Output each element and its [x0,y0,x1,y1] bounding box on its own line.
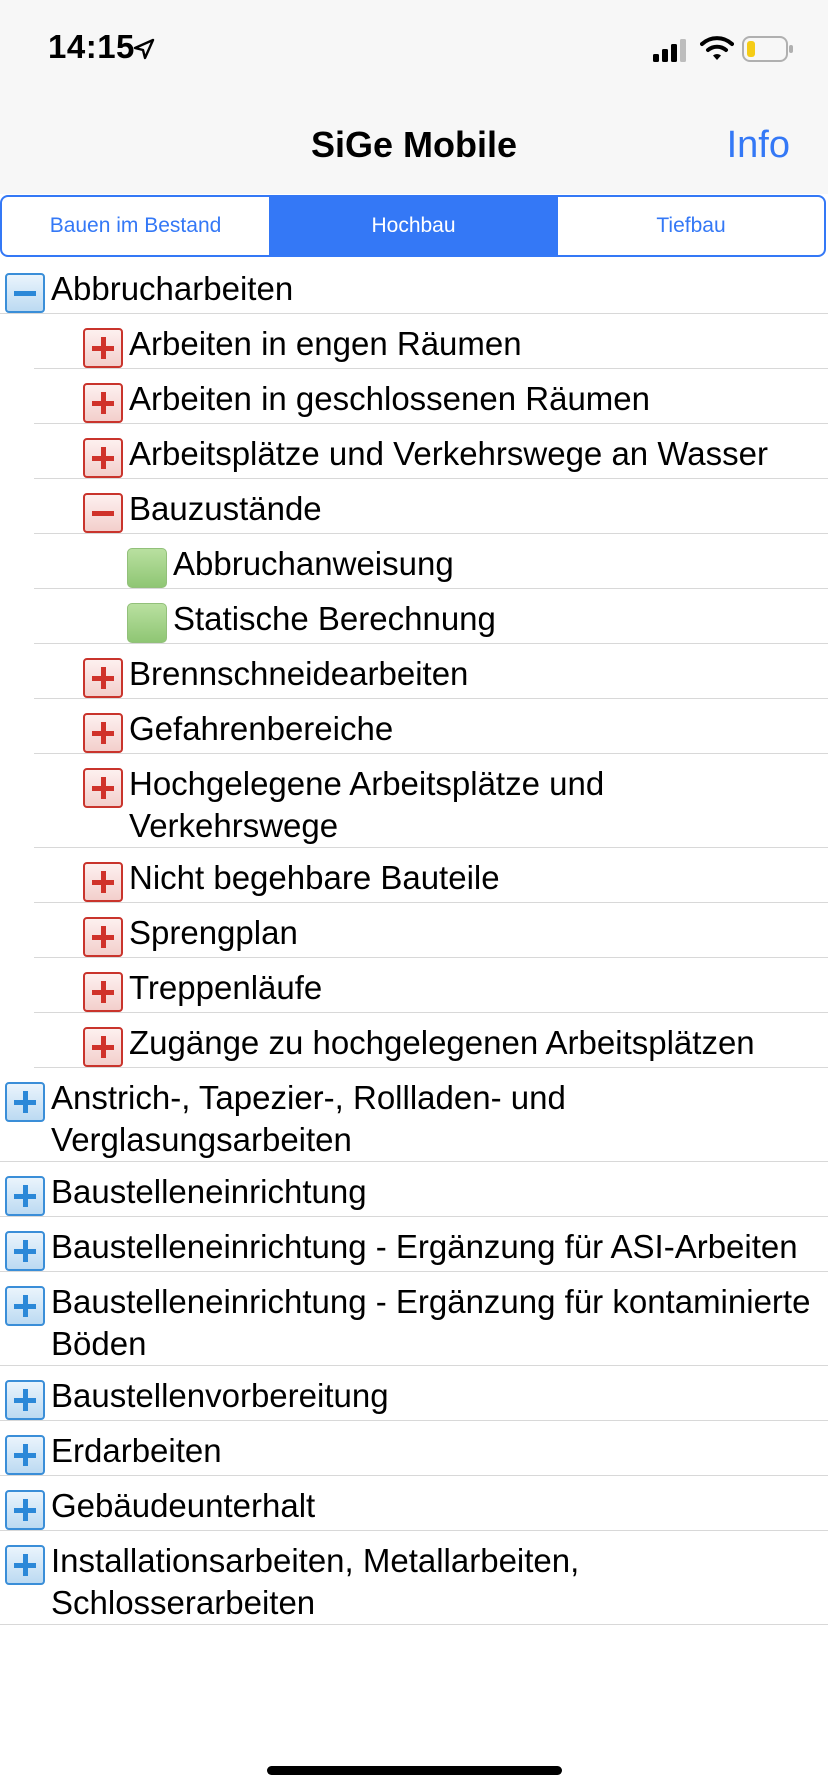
nav-title: SiGe Mobile [310,124,518,165]
tree-row-label: Abbruchanweisung [173,545,454,582]
tree-row-label: Baustelleneinrichtung - Ergänzung für ko… [51,1283,811,1362]
tree-row-label: Gefahrenbereiche [129,710,394,747]
expand-icon[interactable] [5,1082,45,1122]
tree-row-label: Bauzustände [129,490,322,527]
expand-icon[interactable] [83,972,123,1012]
tree-row-label: Arbeiten in geschlossenen Räumen [129,380,650,417]
document-leaf-icon [127,548,167,588]
tree-row-label: Erdarbeiten [51,1432,222,1469]
expand-icon[interactable] [83,1027,123,1067]
document-leaf-icon [127,603,167,643]
segment-bauen-im-bestand[interactable]: Bauen im Bestand [2,197,270,255]
collapse-icon[interactable] [83,493,123,533]
tree-row-label: Baustelleneinrichtung [51,1173,367,1210]
tree-row[interactable]: Zugänge zu hochgelegenen Arbeitsplätzen [34,1013,828,1068]
expand-icon[interactable] [83,438,123,478]
expand-icon[interactable] [5,1545,45,1585]
tree-row[interactable]: Arbeiten in engen Räumen [34,314,828,369]
expand-icon[interactable] [5,1231,45,1271]
expand-icon[interactable] [5,1490,45,1530]
tree-row-label: Abbrucharbeiten [51,270,294,307]
wifi-icon [700,36,734,60]
tree-row-label: Baustellenvorbereitung [51,1377,389,1414]
tree-row-label: Brennschneidearbeiten [129,655,469,692]
segment-tiefbau[interactable]: Tiefbau [557,197,824,255]
tree-row[interactable]: Statische Berechnung [34,589,828,644]
tree-row-label: Treppenläufe [129,969,323,1006]
tree-row[interactable]: Bauzustände [34,479,828,534]
expand-icon[interactable] [83,917,123,957]
expand-icon[interactable] [83,658,123,698]
tree-row[interactable]: Baustelleneinrichtung - Ergänzung für AS… [0,1217,828,1272]
tree-row[interactable]: Baustelleneinrichtung - Ergänzung für ko… [0,1272,828,1366]
tree-row[interactable]: Gebäudeunterhalt [0,1476,828,1531]
tree-row-label: Nicht begehbare Bauteile [129,859,500,896]
tree-row-label: Hochgelegene Arbeitsplätze und Verkehrsw… [129,765,605,844]
top-bar: 14:15 SiGe Mobile Info [0,0,828,194]
topic-tree: Abbrucharbeiten Arbeiten in engen Räumen… [0,259,828,1625]
tree-row[interactable]: Baustelleneinrichtung [0,1162,828,1217]
segment-hochbau[interactable]: Hochbau [270,197,557,255]
expand-icon[interactable] [83,713,123,753]
expand-icon[interactable] [83,383,123,423]
expand-icon[interactable] [5,1435,45,1475]
tree-row[interactable]: Arbeiten in geschlossenen Räumen [34,369,828,424]
expand-icon[interactable] [5,1286,45,1326]
tree-row-label: Installationsarbeiten, Metallarbeiten, S… [51,1542,580,1621]
tree-row[interactable]: Nicht begehbare Bauteile [34,848,828,903]
tree-row[interactable]: Gefahrenbereiche [34,699,828,754]
tree-row[interactable]: Installationsarbeiten, Metallarbeiten, S… [0,1531,828,1625]
tree-row[interactable]: Brennschneidearbeiten [34,644,828,699]
info-button[interactable]: Info [727,124,790,167]
expand-icon[interactable] [83,328,123,368]
tree-row-label: Gebäudeunterhalt [51,1487,316,1524]
tree-row[interactable]: Treppenläufe [34,958,828,1013]
collapse-icon[interactable] [5,273,45,313]
tree-row[interactable]: Abbruchanweisung [34,534,828,589]
expand-icon[interactable] [5,1176,45,1216]
home-indicator[interactable] [267,1766,562,1775]
tree-row-label: Zugänge zu hochgelegenen Arbeitsplätzen [129,1024,755,1061]
tree-row[interactable]: Arbeitsplätze und Verkehrswege an Wasser [34,424,828,479]
expand-icon[interactable] [5,1380,45,1420]
tree-row[interactable]: Anstrich-, Tapezier-, Rollladen- und Ver… [0,1068,828,1162]
tree-row[interactable]: Baustellenvorbereitung [0,1366,828,1421]
tree-row-label: Statische Berechnung [173,600,496,637]
category-segmented-control: Bauen im Bestand Hochbau Tiefbau [0,195,826,257]
cellular-signal-icon [653,39,686,62]
tree-row[interactable]: Erdarbeiten [0,1421,828,1476]
location-arrow-icon [133,38,155,60]
tree-row-label: Anstrich-, Tapezier-, Rollladen- und Ver… [51,1079,566,1158]
expand-icon[interactable] [83,768,123,808]
tree-row-label: Baustelleneinrichtung - Ergänzung für AS… [51,1228,798,1265]
tree-row-label: Arbeitsplätze und Verkehrswege an Wasser [129,435,768,472]
status-time: 14:15 [48,28,135,65]
tree-row-label: Arbeiten in engen Räumen [129,325,522,362]
tree-row-label: Sprengplan [129,914,298,951]
expand-icon[interactable] [83,862,123,902]
tree-row[interactable]: Abbrucharbeiten [0,259,828,314]
tree-row[interactable]: Sprengplan [34,903,828,958]
battery-icon [742,36,793,62]
tree-row[interactable]: Hochgelegene Arbeitsplätze und Verkehrsw… [34,754,828,848]
